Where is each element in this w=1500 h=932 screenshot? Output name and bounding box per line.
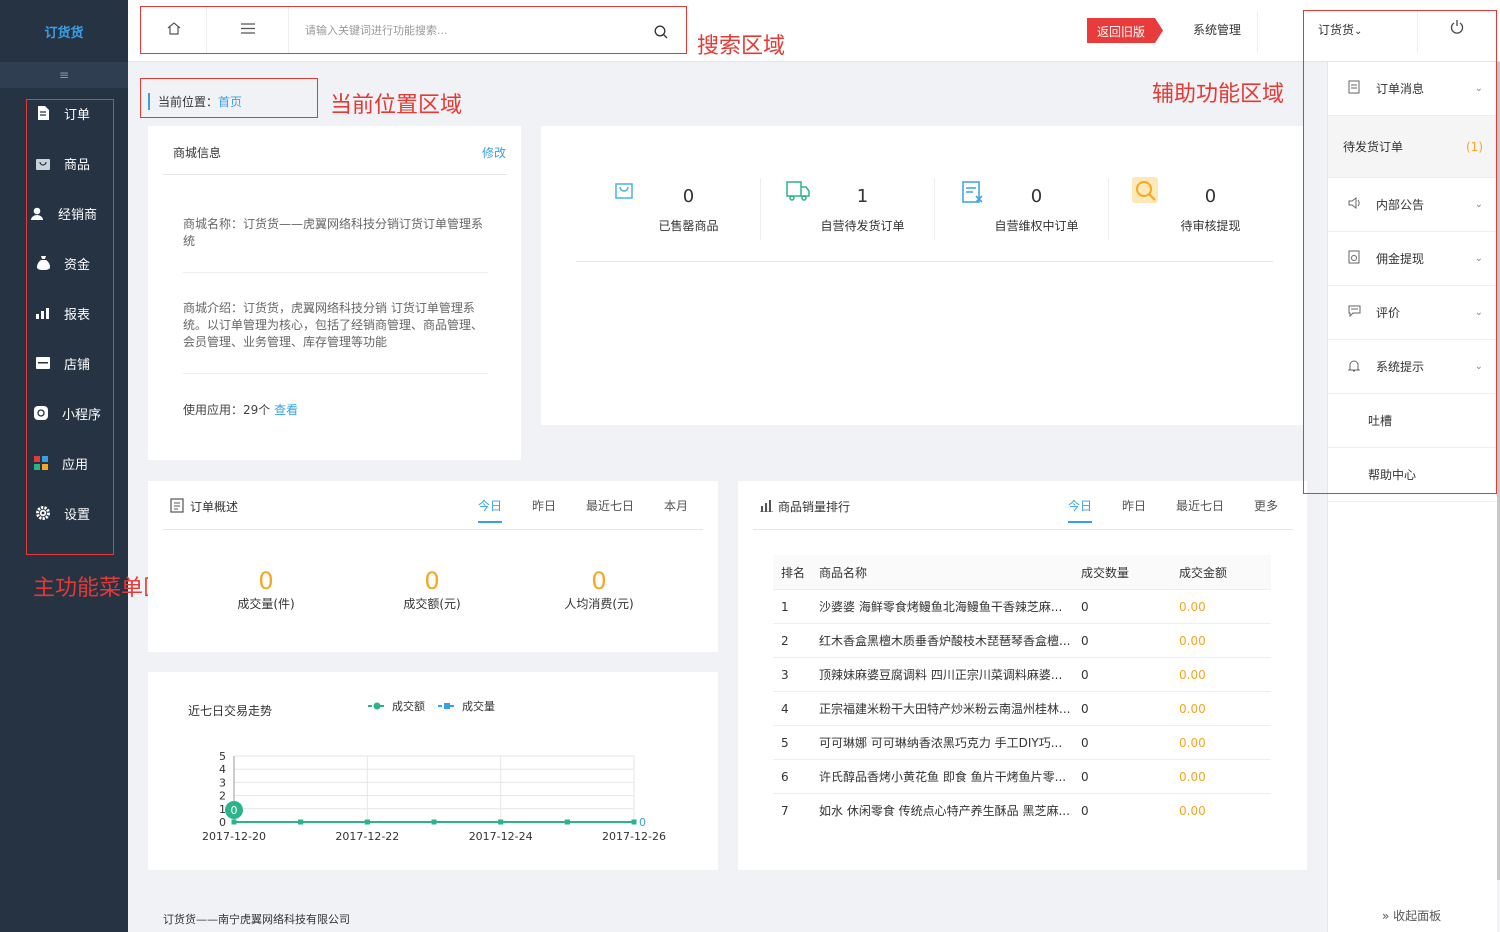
table-row[interactable]: 5 可可琳娜 可可琳纳香浓黑巧克力 手工DIY巧... 0 0.00 [773, 725, 1271, 759]
bar-chart-icon [760, 500, 773, 515]
system-manage-link[interactable]: 系统管理 [1193, 21, 1241, 38]
table-row[interactable]: 3 顶辣妹麻婆豆腐调料 四川正宗川菜调料麻婆... 0 0.00 [773, 657, 1271, 691]
y-tick-label: 3 [219, 776, 226, 789]
annotation-assist: 辅助功能区域 [1152, 82, 1285, 107]
tab-yesterday[interactable]: 昨日 [532, 499, 556, 513]
clipboard-icon [170, 497, 184, 516]
tab-this-month[interactable]: 本月 [664, 499, 688, 513]
data-point [431, 819, 437, 825]
table-row[interactable]: 7 如水 休闲零食 传统点心特产养生酥品 黑芝麻... 0 0.00 [773, 793, 1271, 827]
tab-today[interactable]: 今日 [478, 499, 503, 523]
ranking-tabs: 今日 昨日 最近七日 更多 [1038, 497, 1278, 523]
tab-today[interactable]: 今日 [1068, 499, 1093, 523]
data-point [631, 819, 637, 825]
y-tick-label: 4 [219, 763, 226, 776]
home-icon [167, 22, 181, 38]
table-row[interactable]: 1 沙婆婆 海鲜零食烤鳗鱼北海鳗鱼干香辣芝麻... 0 0.00 [773, 589, 1271, 623]
back-old-version-button[interactable]: 返回旧版 [1087, 18, 1163, 43]
y-tick-label: 1 [219, 803, 226, 816]
order-overview-tabs: 今日 昨日 最近七日 本月 [448, 497, 688, 523]
logo[interactable]: 订货货 [0, 0, 128, 62]
annotation-search: 搜索区域 [697, 34, 786, 59]
divider [576, 261, 1273, 262]
shop-name: 商城名称：订货货——虎翼网络科技分销订货订单管理系统 [183, 217, 484, 248]
x-tick-label: 2017-12-26 [602, 830, 666, 843]
x-tick-label: 2017-12-22 [335, 830, 399, 843]
collapse-panel-button[interactable]: » 收起面板 [1382, 907, 1441, 924]
tab-yesterday[interactable]: 昨日 [1122, 499, 1146, 513]
table-row[interactable]: 4 正宗福建米粉干大田特产炒米粉云南温州桂林... 0 0.00 [773, 691, 1271, 725]
data-point [298, 819, 304, 825]
divider [1108, 178, 1109, 240]
trend-line-chart: 0123452017-12-20 2017-12-22 2017-12-24 2017… [202, 699, 666, 843]
divider [183, 272, 488, 273]
legend-marker [373, 702, 381, 710]
divider [934, 178, 935, 240]
data-label: 0 [231, 804, 238, 817]
annotation-location: 当前位置区域 [330, 93, 463, 118]
divider [163, 174, 507, 175]
table-header: 排名 商品名称 成交数量 成交金额 [773, 555, 1271, 589]
y-tick-label: 0 [219, 816, 226, 829]
data-label: 0 [639, 816, 646, 829]
breadcrumb: 当前位置：首页 [148, 93, 242, 110]
divider [163, 529, 703, 530]
tab-more[interactable]: 更多 [1254, 499, 1278, 513]
footer-copyright: 订货货——南宁虎翼网络科技有限公司 [163, 913, 350, 926]
y-tick-label: 2 [219, 790, 226, 803]
search-input[interactable]: 请输入关键词进行功能搜索... [305, 22, 645, 40]
x-tick-label: 2017-12-20 [202, 830, 266, 843]
ranking-table: 排名 商品名称 成交数量 成交金额 1 沙婆婆 海鲜零食烤鳗鱼北海鳗鱼干香辣芝麻... 0… [773, 555, 1271, 827]
divider [183, 373, 488, 374]
metric-per-capita: 0 人均消费(元) [564, 567, 634, 611]
y-tick-label: 5 [219, 750, 226, 763]
tab-last-7-days[interactable]: 最近七日 [1176, 499, 1224, 513]
shop-info-title: 商城信息 [173, 146, 222, 160]
legend-label: 成交额 [392, 699, 425, 713]
sidebar-collapse-icon[interactable]: ≡ [0, 62, 128, 88]
search-icon[interactable] [654, 25, 668, 42]
search-placeholder: 请输入关键词进行功能搜索... [305, 24, 448, 37]
table-row[interactable]: 6 许氏醇品香烤小黄花鱼 即食 鱼片干烤鱼片零... 0 0.00 [773, 759, 1271, 793]
stats-panel: 0 已售罄商品 1 自营待发货订单 0 自营维权中订单 0 待审核提现 [541, 126, 1303, 425]
divider [760, 178, 761, 240]
shop-intro: 商城介绍：订货货，虎翼网络科技分销 订货订单管理系统。以订单管理为核心，包括了经… [183, 301, 484, 349]
apps-used: 使用应用：29个 查看 [183, 403, 299, 417]
ranking-title: 商品销量排行 [778, 500, 851, 514]
divider [753, 529, 1293, 530]
menu-region-outline [26, 99, 114, 555]
trend-chart-panel: 近七日交易走势 0 1 2 3 4 5 2017-12-20 2017-12-22 2017-1… [148, 672, 718, 870]
x-tick-label: 2017-12-24 [469, 830, 533, 843]
data-point [231, 819, 237, 825]
metric-amount: 0 成交额(元) [403, 567, 461, 611]
stat-pending-shipment[interactable]: 1 自营待发货订单 [785, 176, 940, 246]
order-overview-panel: 订单概述 今日 昨日 最近七日 本月 0 成交量(件) 0 成交额(元) 0 人均消费(元) [148, 481, 718, 652]
stat-dispute[interactable]: 0 自营维权中订单 [959, 176, 1114, 246]
data-point [364, 819, 370, 825]
metric-volume: 0 成交量(件) [237, 567, 295, 611]
hamburger-icon [240, 23, 255, 37]
assist-region-outline [1303, 10, 1497, 494]
tab-last-7-days[interactable]: 最近七日 [586, 499, 634, 513]
stat-sold-out[interactable]: 0 已售罄商品 [611, 176, 766, 246]
stat-withdraw[interactable]: 0 待审核提现 [1131, 176, 1286, 246]
legend-label: 成交量 [462, 699, 495, 713]
data-point [498, 819, 504, 825]
legend-marker [444, 703, 450, 709]
ranking-panel: 商品销量排行 今日 昨日 最近七日 更多 排名 商品名称 成交数量 成交金额 1 沙婆婆 海鲜… [738, 481, 1307, 870]
view-apps-link[interactable]: 查看 [274, 403, 298, 417]
table-row[interactable]: 2 红木香盒黑檀木质垂香炉酸枝木琵琶琴香盒檀... 0 0.00 [773, 623, 1271, 657]
topbar-divider [1257, 12, 1258, 52]
data-point [564, 819, 570, 825]
breadcrumb-home-link[interactable]: 首页 [218, 95, 242, 109]
menu-toggle-button[interactable] [207, 7, 289, 53]
shop-info-panel: 商城信息 修改 商城名称：订货货——虎翼网络科技分销订货订单管理系统 商城介绍：… [148, 126, 521, 460]
home-button[interactable] [141, 7, 207, 53]
shop-info-edit-link[interactable]: 修改 [482, 144, 506, 161]
order-overview-title: 订单概述 [190, 500, 239, 514]
